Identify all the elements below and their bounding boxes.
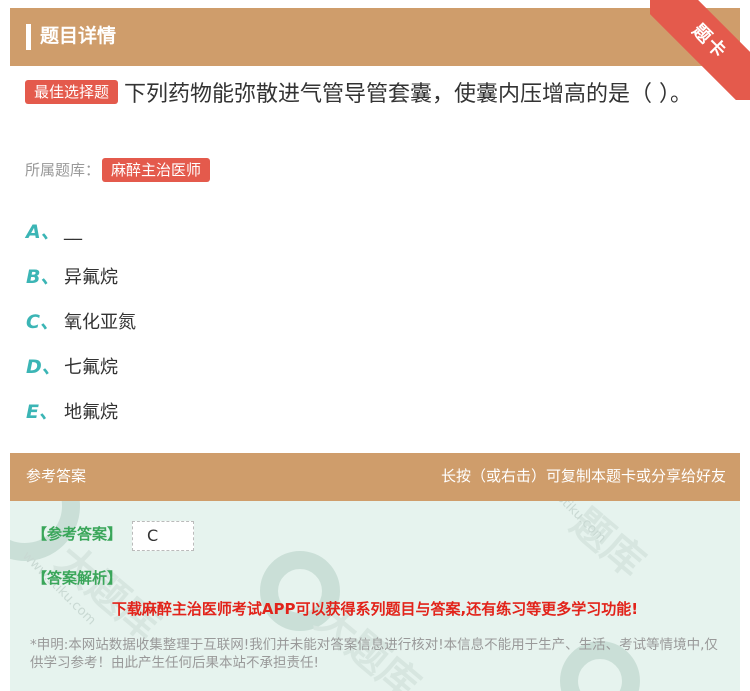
reference-answer-value[interactable]: C [132,521,194,551]
detail-header: 题目详情 [10,8,740,66]
option-text: 异氟烷 [64,266,118,288]
option-e[interactable]: E、 地氟烷 [26,388,136,433]
question-block: 最佳选择题 下列药物能弥散进气管导管套囊，使囊内压增高的是（ ）。 [25,78,705,112]
answer-header: 参考答案 长按（或右击）可复制本题卡或分享给好友 [10,453,740,501]
disclaimer-text: *申明:本网站数据收集整理于互联网!我们并未能对答案信息进行核对!本信息不能用于… [30,637,718,671]
option-letter: A、 [26,221,60,243]
header-title: 题目详情 [40,25,117,47]
option-letter: C、 [26,311,59,333]
option-letter: B、 [26,266,60,288]
option-letter: D、 [26,356,61,378]
option-text: 地氟烷 [64,401,118,423]
answer-body: 大题库 大题库 题库 www.stiku.com stiku.com 【参考答案… [10,501,740,691]
option-letter: E、 [26,401,58,423]
header-bar-decoration [26,24,31,50]
option-b[interactable]: B、 异氟烷 [26,253,136,298]
answer-header-title: 参考答案 [26,467,87,485]
option-a[interactable]: A、 __ [26,208,136,253]
option-text: 七氟烷 [64,356,118,378]
reference-answer-label: 【参考答案】 [32,525,123,543]
option-c[interactable]: C、 氧化亚氮 [26,298,136,343]
share-hint: 长按（或右击）可复制本题卡或分享给好友 [440,467,726,485]
options-list: A、 __ B、 异氟烷 C、 氧化亚氮 D、 七氟烷 E、 地氟烷 [26,208,136,433]
answer-analysis-label: 【答案解析】 [32,569,123,587]
option-d[interactable]: D、 七氟烷 [26,343,136,388]
question-bank: 所属题库： 麻醉主治医师 [25,158,211,182]
option-text: __ [64,220,82,241]
app-download-link[interactable]: 下载麻醉主治医师考试APP可以获得系列题目与答案,还有练习等更多学习功能! [10,598,740,619]
question-text: 下列药物能弥散进气管导管套囊，使囊内压增高的是（ ）。 [124,82,693,107]
bank-tag-link[interactable]: 麻醉主治医师 [102,158,211,182]
option-text: 氧化亚氮 [64,311,136,333]
bank-label: 所属题库： [25,161,101,179]
question-type-badge: 最佳选择题 [25,80,119,104]
